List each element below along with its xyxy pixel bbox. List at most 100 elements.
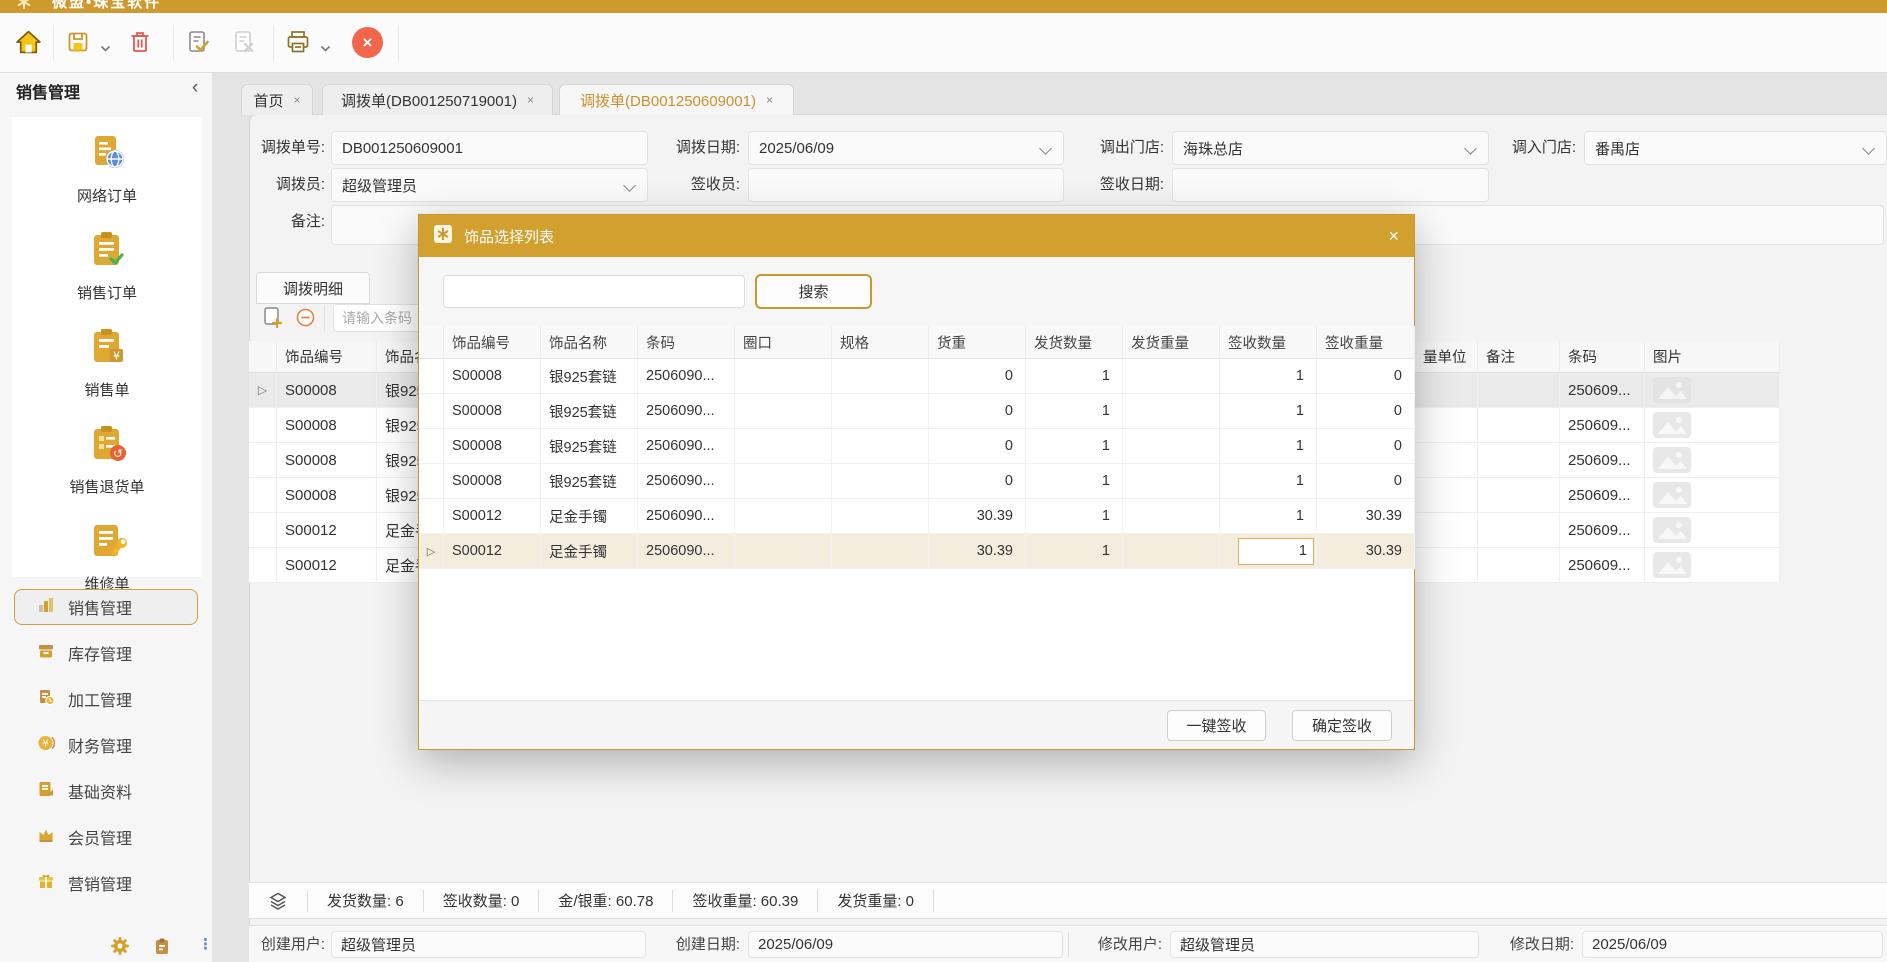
toolbar-divider (273, 25, 274, 61)
image-placeholder-icon[interactable] (1653, 482, 1691, 508)
remove-row-icon[interactable] (296, 308, 315, 332)
image-placeholder-icon[interactable] (1653, 377, 1691, 403)
column-header[interactable]: 饰品名称 (541, 326, 638, 359)
sidebar-collapse-icon[interactable]: ‹ (192, 77, 198, 99)
tab-transfer-detail[interactable]: 调拨明细 (256, 272, 370, 304)
confirm-sign-button[interactable]: 确定签收 (1292, 710, 1392, 741)
save-button[interactable] (62, 28, 94, 60)
home-button[interactable] (12, 28, 44, 60)
row-indicator-header (249, 341, 277, 373)
module-sales-management[interactable]: 销售管理 (14, 589, 198, 625)
clipboard-icon[interactable] (153, 937, 171, 960)
modified-date-field[interactable]: 2025/06/09 (1582, 931, 1883, 958)
sales-order-icon (85, 228, 129, 277)
from-store-select[interactable]: 海珠总店 (1172, 131, 1489, 165)
module-inventory-management[interactable]: 库存管理 (14, 635, 198, 671)
module-basic-data[interactable]: 基础资料 (14, 773, 198, 809)
sidebar-item-label: 销售单 (84, 379, 129, 400)
dialog-close-icon[interactable]: × (1388, 227, 1399, 245)
table-row-selected[interactable]: ▷ S00012足金手镯 2506090... 30.39 1 1 30.39 (419, 534, 1414, 569)
column-header[interactable]: 签收数量 (1220, 326, 1317, 359)
receive-date-input[interactable] (1172, 168, 1489, 202)
more-dots-icon[interactable]: ⋮ (198, 935, 213, 953)
settings-gear-icon[interactable] (110, 936, 130, 961)
column-header[interactable]: 条码 (1560, 341, 1645, 373)
save-dropdown-chevron[interactable] (100, 40, 111, 58)
dialog-search-area: 搜索 (419, 257, 1414, 326)
image-placeholder-icon[interactable] (1653, 552, 1691, 578)
network-order-icon (85, 131, 129, 180)
module-finance-management[interactable]: ¥ 财务管理 (14, 727, 198, 763)
modified-user-field[interactable]: 超级管理员 (1170, 931, 1479, 958)
tab-transfer-order-2[interactable]: 调拨单(DB001250609001) × (559, 84, 794, 115)
module-marketing-management[interactable]: 营销管理 (14, 865, 198, 901)
tab-home[interactable]: 首页 × (241, 84, 313, 115)
sidebar-item-sales-slip[interactable]: ¥ 销售单 (84, 325, 129, 400)
tab-transfer-order-1[interactable]: 调拨单(DB001250719001) × (322, 84, 553, 115)
column-header[interactable]: 圈口 (735, 326, 832, 359)
delete-button[interactable] (124, 28, 156, 60)
receiver-input[interactable] (748, 168, 1064, 202)
save-icon (66, 30, 90, 59)
tab-close-icon[interactable]: × (294, 93, 301, 107)
sign-all-button[interactable]: 一键签收 (1167, 710, 1266, 741)
image-cell (1645, 513, 1780, 548)
archive-box-icon (37, 642, 55, 665)
transfer-no-input[interactable]: DB001250609001 (331, 131, 648, 165)
table-row[interactable]: S00008银925套链 2506090... 0 1 10 (419, 394, 1414, 429)
row-indicator: ▷ (419, 534, 444, 569)
column-header[interactable]: 发货重量 (1123, 326, 1220, 359)
tab-label: 调拨单(DB001250609001) (580, 90, 756, 111)
table-row[interactable]: S00008银925套链 2506090... 0 1 10 (419, 464, 1414, 499)
column-header[interactable]: 图片 (1645, 341, 1780, 373)
column-header[interactable]: 规格 (832, 326, 929, 359)
image-placeholder-icon[interactable] (1653, 517, 1691, 543)
sidebar-item-label: 销售订单 (77, 282, 137, 303)
column-header[interactable]: 签收重量 (1317, 326, 1415, 359)
layers-icon[interactable] (268, 891, 288, 911)
transfer-no-label: 调拨单号: (225, 130, 325, 166)
table-row[interactable]: S00012足金手镯 2506090... 30.39 1 130.39 (419, 499, 1414, 534)
sidebar-item-network-order[interactable]: 网络订单 (77, 131, 137, 206)
sales-slip-icon: ¥ (85, 325, 129, 374)
created-date-field[interactable]: 2025/06/09 (748, 931, 1063, 958)
operator-select[interactable]: 超级管理员 (331, 168, 648, 202)
image-placeholder-icon[interactable] (1653, 412, 1691, 438)
column-header[interactable]: 饰品编号 (444, 326, 541, 359)
dialog-search-input[interactable] (443, 275, 745, 308)
dialog-title: 饰品选择列表 (464, 226, 554, 247)
status-divider (423, 890, 424, 912)
sidebar-item-sales-order[interactable]: 销售订单 (77, 228, 137, 303)
column-header[interactable]: 发货数量 (1026, 326, 1123, 359)
close-window-button[interactable]: × (352, 27, 383, 58)
module-processing-management[interactable]: 加工管理 (14, 681, 198, 717)
print-button[interactable] (282, 28, 314, 60)
module-member-management[interactable]: 会员管理 (14, 819, 198, 855)
add-row-icon[interactable] (262, 306, 285, 334)
sidebar-item-sales-return[interactable]: ↺ 销售退货单 (69, 422, 144, 497)
tab-close-icon[interactable]: × (766, 93, 773, 107)
dialog-item-table: 饰品编号 饰品名称 条码 圈口 规格 货重 发货数量 发货重量 签收数量 签收重… (419, 326, 1414, 569)
unapprove-button[interactable] (228, 28, 260, 60)
image-placeholder-icon[interactable] (1653, 447, 1691, 473)
chevron-down-icon (623, 179, 636, 192)
column-header[interactable]: 量单位 (1415, 341, 1478, 373)
print-dropdown-chevron[interactable] (320, 40, 331, 58)
sidebar-drag-handle[interactable]: ∷∷∷ (0, 575, 212, 588)
processing-icon (37, 688, 55, 711)
approve-button[interactable] (182, 28, 214, 60)
tab-close-icon[interactable]: × (527, 93, 534, 107)
created-user-field[interactable]: 超级管理员 (331, 931, 646, 958)
status-receive-qty: 签收数量: 0 (443, 890, 520, 911)
table-row[interactable]: S00008银925套链 2506090... 0 1 10 (419, 359, 1414, 394)
receive-qty-input[interactable]: 1 (1238, 538, 1314, 565)
column-header[interactable]: 条码 (638, 326, 735, 359)
table-row[interactable]: S00008银925套链 2506090... 0 1 10 (419, 429, 1414, 464)
dialog-header[interactable]: 饰品选择列表 × (419, 215, 1414, 257)
column-header[interactable]: 备注 (1478, 341, 1560, 373)
column-header[interactable]: 饰品编号 (277, 341, 377, 373)
column-header[interactable]: 货重 (929, 326, 1026, 359)
to-store-select[interactable]: 番禺店 (1584, 131, 1887, 165)
search-button[interactable]: 搜索 (755, 274, 872, 309)
transfer-date-select[interactable]: 2025/06/09 (748, 131, 1064, 165)
